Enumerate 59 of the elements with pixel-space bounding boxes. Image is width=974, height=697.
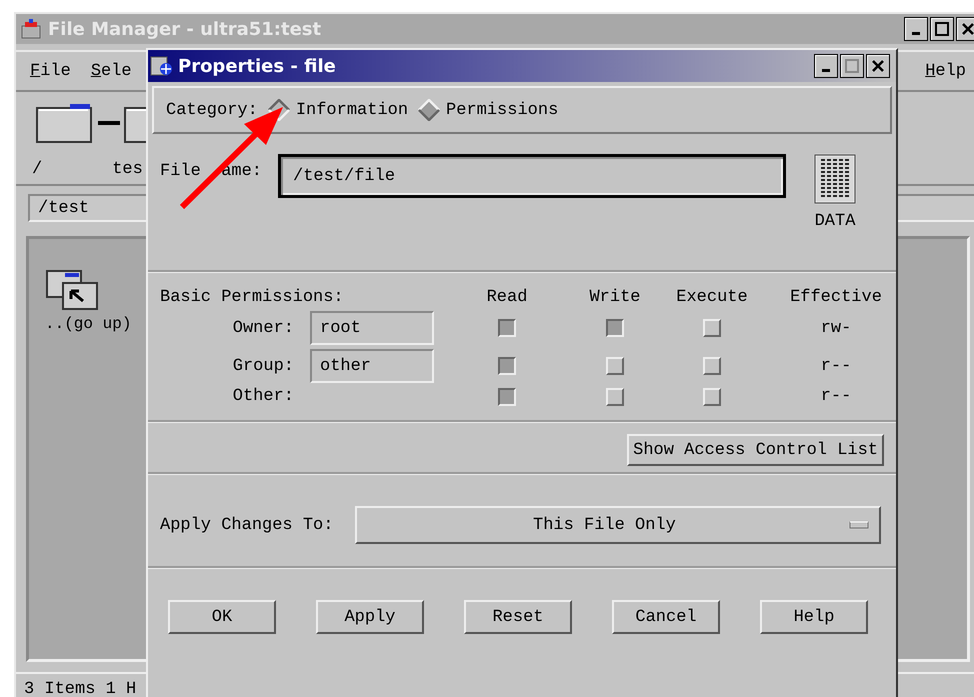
dialog-title: Properties - file [178, 56, 337, 76]
permission-checkbox[interactable] [498, 388, 516, 406]
file-name-label: ame: [221, 162, 262, 181]
effective-permissions: r-- [820, 356, 852, 376]
folder-icon [36, 102, 94, 144]
path-segment[interactable]: tes [112, 160, 143, 178]
permissions-label: Basic Permissions: [160, 288, 345, 307]
permission-checkbox[interactable] [498, 357, 516, 375]
column-header: Write [589, 288, 640, 307]
maximize-button[interactable] [840, 54, 864, 78]
radio-icon [418, 99, 440, 121]
permission-checkbox[interactable] [606, 319, 624, 337]
dialog-button[interactable]: Apply [316, 600, 424, 634]
column-header: Read [486, 288, 528, 307]
effective-permissions: rw- [820, 318, 852, 338]
column-header: Effective [790, 288, 882, 307]
dialog-button[interactable]: Help [760, 600, 868, 634]
dialog-button[interactable]: Reset [464, 600, 572, 634]
app-icon [20, 18, 42, 40]
row-label: Owner: [232, 318, 294, 338]
row-label: Other: [232, 387, 294, 406]
category-radio[interactable]: Permissions [418, 99, 558, 121]
minimize-button[interactable] [814, 54, 838, 78]
menu-item[interactable]: File [30, 62, 71, 80]
file-type-label: DATA [814, 212, 856, 231]
column-header: Execute [676, 288, 748, 307]
document-icon [814, 154, 856, 204]
owner-field[interactable]: other [310, 349, 434, 383]
menu-item[interactable]: Help [925, 62, 966, 80]
apply-dropdown[interactable]: This File Only [355, 506, 882, 544]
owner-field[interactable]: root [310, 311, 434, 345]
menu-item[interactable]: Sele [90, 62, 132, 80]
effective-permissions: r-- [820, 387, 852, 406]
maximize-button[interactable] [930, 17, 954, 41]
category-label: Category: [166, 100, 258, 120]
dropdown-icon [849, 521, 870, 529]
maximize-icon [935, 22, 949, 36]
close-button[interactable] [956, 17, 974, 41]
permission-checkbox[interactable] [498, 319, 516, 337]
close-icon [871, 59, 885, 73]
window-title: File Manager - ultra51:test [48, 18, 322, 40]
apply-label: Apply Changes To: [160, 516, 334, 534]
close-button[interactable] [866, 54, 890, 78]
file-name-label: File [160, 162, 201, 181]
path-segment[interactable]: / [32, 160, 42, 178]
item-label[interactable]: ..(go up) [45, 315, 132, 333]
dialog-icon [150, 54, 174, 78]
file-name-field[interactable]: /test/file [278, 154, 786, 198]
dialog-button[interactable]: OK [168, 600, 276, 634]
minimize-icon [912, 32, 920, 34]
close-icon [961, 22, 974, 36]
folder-up-icon [45, 269, 99, 311]
maximize-icon [845, 59, 859, 73]
row-label: Group: [232, 356, 294, 376]
dash-icon [98, 121, 120, 125]
dialog-button[interactable]: Cancel [612, 600, 720, 634]
minimize-button[interactable] [904, 17, 928, 41]
acl-button[interactable]: Show Access Control List [627, 434, 884, 466]
minimize-icon [822, 68, 830, 72]
